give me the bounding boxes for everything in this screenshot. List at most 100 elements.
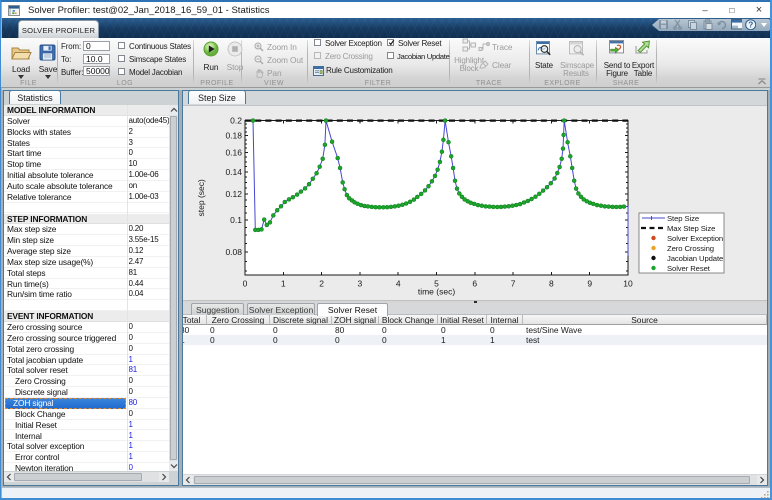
solver-exception-checkbox[interactable] (314, 39, 321, 46)
buffer-input[interactable]: 50000 (83, 66, 110, 76)
stat-row[interactable]: Zero crossing source triggered0 (4, 333, 169, 344)
stat-row[interactable]: Min step size3.55e-15 (4, 235, 169, 246)
stat-vscrollbar[interactable] (169, 105, 178, 471)
bottom-table-header[interactable]: Total (183, 315, 207, 325)
bottom-table-cell[interactable]: 1 (183, 335, 207, 345)
qab-undo-icon[interactable] (716, 19, 727, 30)
tab-solver-profiler[interactable]: SOLVER PROFILER (18, 20, 99, 38)
qab-help-icon[interactable]: ? (745, 19, 756, 30)
bottom-table-cell[interactable]: 0 (270, 325, 332, 335)
collapse-ribbon-button[interactable] (757, 78, 767, 85)
zero-crossing-checkbox[interactable] (314, 52, 321, 59)
stat-row[interactable]: Blocks with states2 (4, 127, 169, 138)
simscape-results-button[interactable]: Simscape Results (560, 38, 592, 76)
bottom-table-cell[interactable]: 80 (183, 325, 207, 335)
qab-paste-icon[interactable] (702, 19, 713, 30)
stat-row[interactable]: Run time(s)0.44 (4, 279, 169, 290)
stat-row[interactable]: Newton iteration0 (4, 463, 169, 471)
stat-hscrollbar[interactable] (4, 472, 169, 482)
qab-dropdown-caret[interactable] (761, 23, 767, 27)
stat-row[interactable]: Error control1 (4, 452, 169, 463)
send-to-figure-button[interactable]: Send to Figure (603, 38, 631, 76)
simscape-states-checkbox[interactable] (118, 55, 125, 62)
bottom-table-cell[interactable]: test (523, 335, 767, 345)
stat-row[interactable]: Total zero crossing0 (4, 344, 169, 355)
bottom-table-header[interactable]: Block Change (379, 315, 438, 325)
stat-section-row[interactable]: MODEL INFORMATION (4, 105, 169, 116)
close-button[interactable]: × (746, 2, 772, 19)
bottom-table-cell[interactable]: 1 (487, 335, 523, 345)
tab-solver-reset[interactable]: Solver Reset (317, 303, 388, 316)
qab-save-icon[interactable] (658, 19, 669, 30)
bottom-table-header[interactable]: Source (523, 315, 767, 325)
stat-row[interactable]: Start time0 (4, 148, 169, 159)
run-button[interactable]: Run (200, 39, 222, 72)
bottom-table-cell[interactable]: 0 (487, 325, 523, 335)
qab-layout-icon[interactable] (731, 19, 742, 30)
maximize-button[interactable]: □ (719, 2, 745, 19)
rule-customization-button[interactable]: Rule Customization (312, 65, 404, 77)
bottom-table-cell[interactable]: 0 (379, 325, 438, 335)
bottom-table-cell[interactable]: 0 (438, 325, 487, 335)
stat-row[interactable]: Internal1 (4, 431, 169, 442)
from-input[interactable]: 0 (83, 41, 110, 51)
stat-section-row[interactable]: EVENT INFORMATION (4, 311, 169, 322)
stat-row[interactable]: Stop time10 (4, 159, 169, 170)
tab-solver-exception[interactable]: Solver Exception (247, 303, 315, 315)
bottom-table-cell[interactable]: 0 (379, 335, 438, 345)
stat-row[interactable]: Block Change0 (4, 409, 169, 420)
stat-row[interactable]: Initial Reset1 (4, 420, 169, 431)
zoom-out-button[interactable]: Zoom Out (252, 54, 304, 65)
clear-button[interactable]: Clear (478, 59, 522, 71)
stat-row[interactable]: Total solver reset81 (4, 365, 169, 376)
bottom-table-header[interactable]: Internal (487, 315, 523, 325)
export-table-button[interactable]: Export Table (630, 38, 656, 76)
bottom-table-header[interactable]: Initial Reset (438, 315, 487, 325)
tab-statistics[interactable]: Statistics (9, 90, 61, 104)
stat-row[interactable]: Total solver exception1 (4, 441, 169, 452)
stat-row[interactable]: Total steps81 (4, 268, 169, 279)
stat-row[interactable]: Zero crossing source0 (4, 322, 169, 333)
save-button[interactable]: Save (35, 39, 61, 83)
qab-cut-icon[interactable] (672, 19, 683, 30)
bottom-table-header[interactable]: Discrete signal (270, 315, 332, 325)
bottom-table-cell[interactable]: 0 (332, 335, 379, 345)
to-input[interactable]: 10.0 (83, 54, 110, 64)
minimize-button[interactable]: – (692, 2, 718, 19)
stat-section-row[interactable]: STEP INFORMATION (4, 214, 169, 225)
state-button[interactable]: State (531, 38, 557, 76)
bottom-table-cell[interactable]: 1 (438, 335, 487, 345)
bottom-table-cell[interactable]: test/Sine Wave (523, 325, 767, 335)
trace-button[interactable]: Trace (478, 41, 522, 53)
bottom-table-header[interactable]: Zero Crossing (207, 315, 270, 325)
stat-row[interactable]: Run/sim time ratio0.04 (4, 289, 169, 300)
jacobian-update-checkbox[interactable] (387, 52, 394, 59)
stat-row[interactable]: Solverauto(ode45) (4, 116, 169, 127)
stat-row[interactable]: ZOH signal80 (4, 398, 169, 409)
stat-row[interactable]: Max step size usage(%)2.47 (4, 257, 169, 268)
stat-row[interactable]: Initial absolute tolerance1.00e-06 (4, 170, 169, 181)
load-button[interactable]: Load (8, 39, 34, 83)
bottom-hscrollbar[interactable] (183, 475, 767, 485)
qab-copy-icon[interactable] (687, 19, 698, 30)
continuous-states-checkbox[interactable] (118, 42, 125, 49)
bottom-table-cell[interactable]: 0 (270, 335, 332, 345)
stop-button[interactable]: Stop (224, 39, 246, 72)
solver-reset-checkbox[interactable] (387, 39, 394, 46)
stat-row[interactable]: Relative tolerance1.00e-03 (4, 192, 169, 203)
tab-suggestion[interactable]: Suggestion (191, 303, 244, 315)
zoom-in-button[interactable]: Zoom In (252, 41, 304, 52)
stat-row[interactable]: Auto scale absolute toleranceon (4, 181, 169, 192)
bottom-table-cell[interactable]: 0 (207, 325, 270, 335)
tab-step-size[interactable]: Step Size (188, 90, 246, 104)
bottom-table-cell[interactable]: 0 (207, 335, 270, 345)
stat-row[interactable]: Max step size0.20 (4, 224, 169, 235)
bottom-table-cell[interactable]: 80 (332, 325, 379, 335)
stat-row[interactable]: Discrete signal0 (4, 387, 169, 398)
stat-row[interactable]: Total jacobian update1 (4, 355, 169, 366)
stat-row[interactable]: Zero Crossing0 (4, 376, 169, 387)
model-jacobian-checkbox[interactable] (118, 68, 125, 75)
pan-button[interactable]: Pan (252, 67, 304, 78)
stat-row[interactable]: States3 (4, 138, 169, 149)
stat-row[interactable]: Average step size0.12 (4, 246, 169, 257)
